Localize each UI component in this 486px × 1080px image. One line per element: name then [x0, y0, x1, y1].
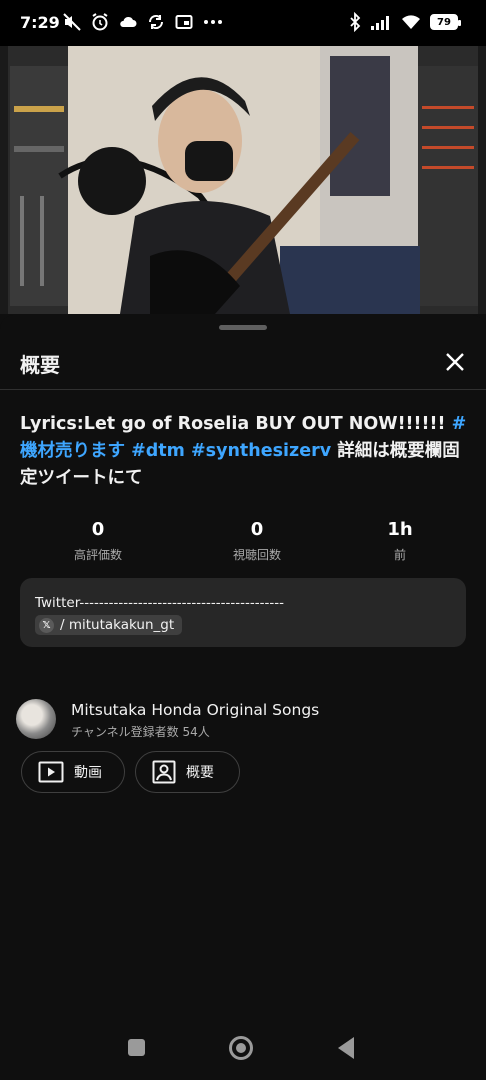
stat-value: 0 — [250, 519, 264, 540]
stat-label: 前 — [393, 548, 406, 562]
channel-name[interactable]: Mitsutaka Honda Original Songs — [71, 701, 319, 719]
stat-views: 0 視聴回数 — [217, 519, 297, 563]
recents-button[interactable] — [128, 1039, 145, 1056]
status-icons-right: 79 — [348, 12, 461, 32]
hashtag-link[interactable]: #synthesizerv — [191, 441, 331, 461]
mute-icon — [63, 13, 81, 31]
description-card: Twitter---------------------------------… — [20, 578, 466, 647]
status-bar: 7:29 79 — [0, 0, 486, 46]
more-dots-icon — [204, 20, 222, 24]
drag-handle[interactable] — [219, 325, 267, 330]
person-icon — [152, 760, 176, 784]
close-button[interactable] — [438, 345, 472, 379]
alarm-icon — [92, 13, 108, 31]
about-button-label: 概要 — [186, 765, 214, 781]
video-player[interactable] — [0, 46, 486, 314]
battery-icon: 79 — [430, 14, 461, 30]
home-button[interactable] — [229, 1036, 253, 1060]
description-text: Twitter---------------------------------… — [35, 595, 284, 611]
stat-label: 高評価数 — [73, 548, 122, 562]
description-sheet: 概要 Lyrics:Let go of Roselia BUY OUT NOW!… — [0, 315, 486, 1015]
navigation-bar — [0, 1014, 486, 1080]
video-play-icon — [38, 761, 64, 783]
x-logo-icon: 𝕏 — [39, 617, 54, 633]
stat-likes: 0 高評価数 — [58, 519, 138, 563]
about-button[interactable]: 概要 — [135, 751, 240, 793]
screen-cast-icon — [175, 15, 193, 29]
hashtag-link[interactable]: #dtm — [131, 441, 185, 461]
divider — [0, 389, 486, 390]
channel-avatar[interactable] — [16, 699, 56, 739]
subscriber-count: チャンネル登録者数 54人 — [71, 725, 210, 739]
bluetooth-icon — [350, 12, 361, 32]
close-icon — [446, 353, 464, 371]
back-button[interactable] — [338, 1037, 354, 1059]
channel-row[interactable]: Mitsutaka Honda Original Songs チャンネル登録者数… — [16, 699, 476, 739]
sheet-title: 概要 — [20, 353, 60, 377]
battery-level: 79 — [437, 16, 451, 28]
video-thumbnail — [0, 46, 486, 314]
stat-label: 視聴回数 — [232, 548, 281, 562]
twitter-link-chip[interactable]: 𝕏 / mitutakakun_gt — [35, 615, 183, 635]
sync-icon — [148, 14, 164, 30]
signal-icon — [371, 16, 389, 30]
title-text: Lyrics:Let go of Roselia BUY OUT NOW!!!!… — [20, 414, 452, 434]
wifi-icon — [402, 15, 420, 29]
twitter-handle: / mitutakakun_gt — [60, 617, 175, 633]
stat-value: 0 — [91, 519, 105, 540]
status-time: 7:29 — [20, 13, 60, 32]
status-icons-left — [62, 12, 224, 32]
stat-value: 1h — [387, 519, 413, 540]
cloud-icon — [120, 16, 137, 27]
videos-button-label: 動画 — [74, 765, 102, 781]
videos-button[interactable]: 動画 — [21, 751, 125, 793]
stat-upload-time: 1h 前 — [360, 519, 440, 563]
video-title: Lyrics:Let go of Roselia BUY OUT NOW!!!!… — [20, 411, 470, 492]
